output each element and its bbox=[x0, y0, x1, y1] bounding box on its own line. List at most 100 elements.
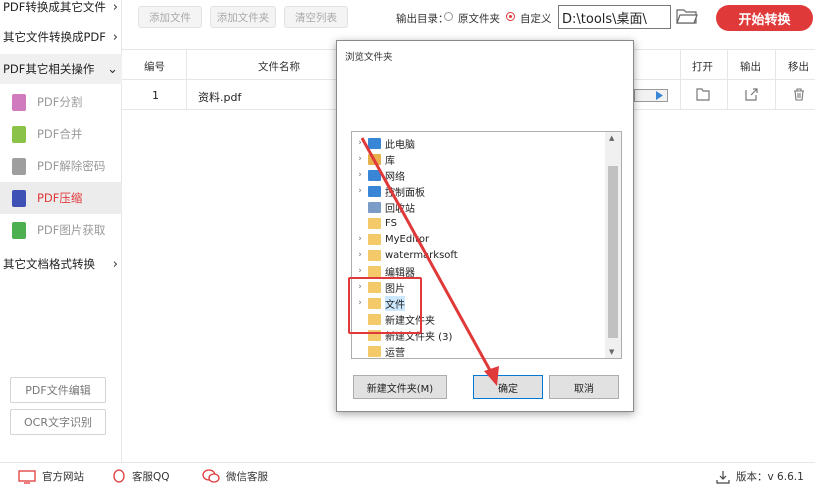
tree-item[interactable]: › 控制面板 bbox=[352, 183, 604, 199]
new-folder-button[interactable]: 新建文件夹(M) bbox=[353, 375, 447, 399]
tree-item[interactable]: › watermarksoft bbox=[352, 247, 604, 263]
tree-item-label: 运营 bbox=[385, 347, 405, 359]
sidebar: PDF转换成其它文件 › 其它文件转换成PDF › PDF其它相关操作 ⌄ PD… bbox=[0, 0, 122, 462]
expand-arrow-icon[interactable]: › bbox=[352, 154, 368, 164]
folder-icon bbox=[368, 345, 381, 357]
row-index: 1 bbox=[152, 89, 159, 102]
pdf-image-icon bbox=[12, 221, 26, 239]
tree-scrollbar[interactable]: ▲ ▼ bbox=[605, 132, 621, 358]
tree-item-label: 回收站 bbox=[385, 203, 415, 215]
qq-support-link[interactable]: 客服QQ bbox=[112, 469, 170, 484]
tree-item[interactable]: FS bbox=[352, 215, 604, 231]
wechat-support-link[interactable]: 微信客服 bbox=[202, 469, 268, 484]
add-folder-button[interactable]: 添加文件夹 bbox=[210, 6, 276, 28]
add-file-button[interactable]: 添加文件 bbox=[138, 6, 202, 28]
sidebar-item-pdf-image[interactable]: PDF图片获取 bbox=[0, 214, 122, 246]
start-convert-button[interactable]: 开始转换 bbox=[716, 5, 813, 31]
monitor-icon bbox=[18, 469, 36, 484]
radio-custom-folder[interactable] bbox=[506, 12, 515, 21]
open-folder-icon[interactable] bbox=[696, 88, 710, 101]
browse-folder-dialog: 浏览文件夹 › 此电脑 › 库 › 网络 › 控制面板 回收站 FS › MyEditor › water… bbox=[336, 40, 634, 412]
output-path-input[interactable]: D:\tools\桌面\ bbox=[558, 5, 671, 29]
play-icon bbox=[656, 91, 663, 100]
official-website-link[interactable]: 官方网站 bbox=[18, 469, 84, 484]
expand-arrow-icon[interactable]: › bbox=[352, 170, 368, 180]
qq-icon bbox=[113, 469, 125, 483]
scroll-thumb[interactable] bbox=[608, 166, 618, 338]
radio-custom-label: 自定义 bbox=[520, 13, 552, 25]
progress-play-control[interactable] bbox=[634, 89, 668, 102]
expand-arrow-icon[interactable]: › bbox=[352, 138, 368, 148]
ok-button[interactable]: 确定 bbox=[473, 375, 543, 399]
sidebar-item-label: PDF解除密码 bbox=[37, 159, 106, 173]
footer-label: 客服QQ bbox=[132, 471, 170, 483]
col-index: 编号 bbox=[144, 61, 165, 73]
download-icon bbox=[716, 470, 730, 484]
category-label: 其它文档格式转换 bbox=[3, 257, 95, 271]
tree-item-label: watermarksoft bbox=[385, 249, 458, 261]
pdf-edit-button[interactable]: PDF文件编辑 bbox=[10, 377, 106, 403]
folder-icon bbox=[368, 217, 381, 229]
sidebar-item-pdf-unlock[interactable]: PDF解除密码 bbox=[0, 150, 122, 182]
col-filename: 文件名称 bbox=[258, 61, 300, 73]
expand-arrow-icon[interactable]: › bbox=[352, 250, 368, 260]
expand-arrow-icon[interactable]: › bbox=[352, 266, 368, 276]
scroll-up-arrow-icon[interactable]: ▲ bbox=[609, 134, 614, 142]
tree-item-label: 网络 bbox=[385, 171, 405, 183]
chevron-right-icon: › bbox=[112, 0, 118, 15]
sidebar-item-pdf-split[interactable]: PDF分割 bbox=[0, 86, 122, 118]
ocr-button[interactable]: OCR文字识别 bbox=[10, 409, 106, 435]
category-label: PDF转换成其它文件 bbox=[3, 0, 106, 14]
tree-item[interactable]: 回收站 bbox=[352, 199, 604, 215]
radio-original-label: 原文件夹 bbox=[458, 13, 500, 25]
category-label: PDF其它相关操作 bbox=[3, 62, 95, 76]
folder-icon bbox=[368, 265, 381, 277]
trash-icon[interactable] bbox=[792, 88, 806, 101]
radio-original-folder[interactable] bbox=[444, 12, 453, 21]
pdf-merge-icon bbox=[12, 125, 26, 143]
folder-open-icon[interactable] bbox=[676, 7, 698, 25]
recycle-bin-icon bbox=[368, 201, 381, 213]
dialog-title: 浏览文件夹 bbox=[345, 52, 393, 63]
category-pdf-to-other[interactable]: PDF转换成其它文件 › bbox=[0, 0, 122, 22]
output-export-icon[interactable] bbox=[744, 88, 758, 101]
folder-icon bbox=[368, 233, 381, 245]
tree-item[interactable]: › 此电脑 bbox=[352, 135, 604, 151]
expand-arrow-icon[interactable]: › bbox=[352, 186, 368, 196]
tree-item-label: FS bbox=[385, 217, 397, 229]
scroll-down-arrow-icon[interactable]: ▼ bbox=[609, 348, 614, 356]
category-pdf-other-ops[interactable]: PDF其它相关操作 ⌄ bbox=[0, 54, 122, 84]
footer-label: 微信客服 bbox=[226, 471, 268, 483]
clear-list-button[interactable]: 清空列表 bbox=[284, 6, 348, 28]
row-filename: 资料.pdf bbox=[198, 91, 242, 104]
version-info: 版本：v 6.6.1 bbox=[716, 469, 804, 484]
sidebar-item-label: PDF图片获取 bbox=[37, 223, 106, 237]
category-other-doc-format[interactable]: 其它文档格式转换 › bbox=[0, 249, 122, 279]
tree-item[interactable]: › 网络 bbox=[352, 167, 604, 183]
folder-icon bbox=[368, 249, 381, 261]
category-other-to-pdf[interactable]: 其它文件转换成PDF › bbox=[0, 22, 122, 52]
control-panel-icon bbox=[368, 185, 381, 197]
library-icon bbox=[368, 153, 381, 165]
expand-arrow-icon[interactable]: › bbox=[352, 234, 368, 244]
tree-item[interactable]: › 库 bbox=[352, 151, 604, 167]
highlight-box bbox=[348, 277, 422, 334]
network-icon bbox=[368, 169, 381, 181]
tree-item[interactable]: › MyEditor bbox=[352, 231, 604, 247]
footer: 官方网站 客服QQ 微信客服 版本：v 6.6.1 bbox=[0, 462, 815, 488]
cancel-button[interactable]: 取消 bbox=[549, 375, 619, 399]
tree-item[interactable]: 运营 bbox=[352, 343, 604, 359]
chevron-right-icon: › bbox=[112, 29, 118, 45]
category-label: 其它文件转换成PDF bbox=[3, 30, 106, 44]
sidebar-item-pdf-compress[interactable]: PDF压缩 bbox=[0, 182, 122, 214]
pdf-split-icon bbox=[12, 93, 26, 111]
sidebar-item-label: PDF压缩 bbox=[37, 191, 83, 205]
footer-label: 官方网站 bbox=[42, 471, 84, 483]
computer-icon bbox=[368, 137, 381, 149]
chevron-down-icon: ⌄ bbox=[107, 61, 118, 77]
sidebar-item-pdf-merge[interactable]: PDF合并 bbox=[0, 118, 122, 150]
version-label: 版本：v 6.6.1 bbox=[736, 471, 804, 483]
sidebar-item-label: PDF合并 bbox=[37, 127, 83, 141]
output-dir-label: 输出目录： bbox=[396, 13, 449, 25]
pdf-compress-icon bbox=[12, 189, 26, 207]
